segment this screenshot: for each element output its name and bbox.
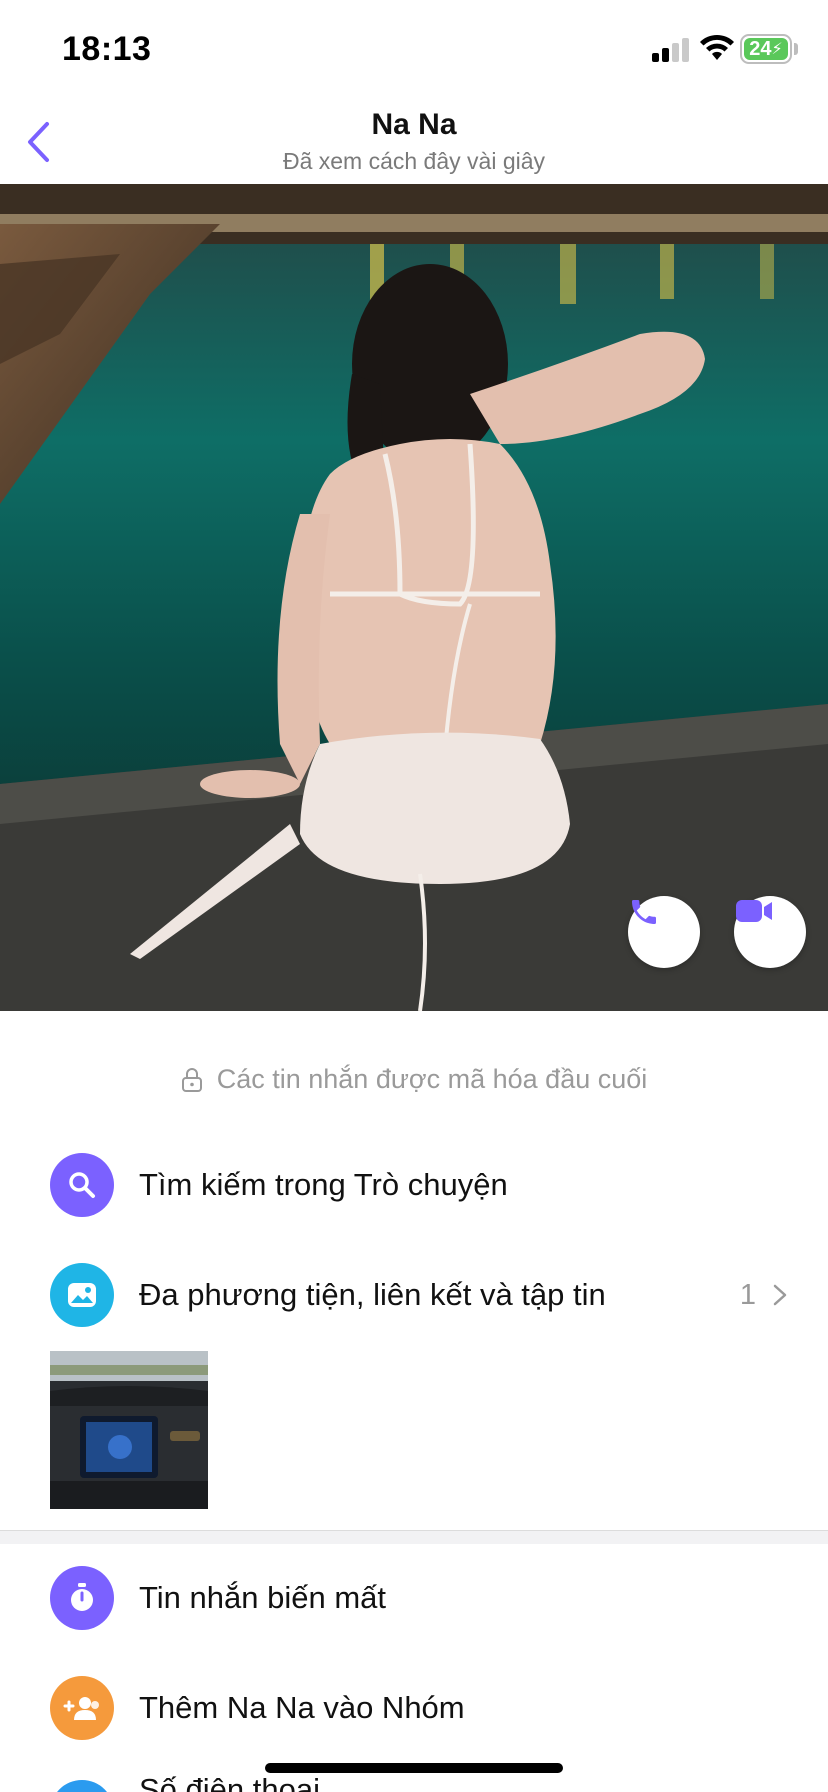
lock-icon bbox=[181, 1067, 202, 1092]
video-call-button[interactable] bbox=[734, 896, 806, 968]
last-seen-status: Đã xem cách đây vài giây bbox=[282, 148, 546, 174]
contact-name: Na Na bbox=[371, 108, 457, 141]
chevron-right-icon bbox=[773, 1284, 787, 1306]
battery-tip bbox=[794, 43, 798, 55]
phone-number-row[interactable]: Số điện thoại bbox=[0, 1770, 828, 1792]
disappearing-messages-row[interactable]: Tin nhắn biến mất bbox=[0, 1553, 828, 1643]
chat-info-header: Na Na Đã xem cách đây vài giây bbox=[0, 100, 828, 184]
disappearing-messages-label: Tin nhắn biến mất bbox=[139, 1580, 387, 1615]
search-in-chat-row[interactable]: Tìm kiếm trong Trò chuyện bbox=[0, 1140, 828, 1230]
media-thumbnail[interactable] bbox=[50, 1351, 208, 1509]
status-bar: 18:13 24 ⚡ bbox=[0, 0, 828, 100]
phone-number-label: Số điện thoại bbox=[139, 1772, 320, 1792]
search-in-chat-label: Tìm kiếm trong Trò chuyện bbox=[139, 1167, 508, 1202]
profile-cover-photo[interactable] bbox=[0, 184, 828, 1011]
media-count: 1 bbox=[739, 1278, 756, 1311]
phone-icon bbox=[632, 900, 656, 924]
video-camera-icon bbox=[736, 900, 772, 922]
car-dashboard-thumbnail bbox=[50, 1351, 208, 1509]
section-divider bbox=[0, 1530, 828, 1544]
cellular-signal-icon bbox=[652, 38, 692, 62]
wifi-icon bbox=[700, 34, 734, 60]
media-links-files-row[interactable]: Đa phương tiện, liên kết và tập tin 1 bbox=[0, 1250, 828, 1340]
media-links-files-label: Đa phương tiện, liên kết và tập tin bbox=[139, 1277, 606, 1312]
encryption-text: Các tin nhắn được mã hóa đầu cuối bbox=[216, 1064, 648, 1094]
gallery-icon bbox=[50, 1263, 114, 1327]
add-group-icon bbox=[50, 1676, 114, 1740]
battery-charging-icon: 24 ⚡ bbox=[740, 34, 792, 64]
add-to-group-label: Thêm Na Na vào Nhóm bbox=[139, 1690, 465, 1725]
add-to-group-row[interactable]: Thêm Na Na vào Nhóm bbox=[0, 1663, 828, 1753]
home-indicator[interactable] bbox=[265, 1763, 563, 1773]
encryption-note: Các tin nhắn được mã hóa đầu cuối bbox=[0, 1064, 828, 1095]
voice-call-button[interactable] bbox=[628, 896, 700, 968]
timer-icon bbox=[50, 1566, 114, 1630]
status-time: 18:13 bbox=[62, 30, 152, 68]
cover-photo-illustration bbox=[0, 184, 828, 1011]
search-icon bbox=[50, 1153, 114, 1217]
battery-level: 24 bbox=[749, 37, 772, 60]
phone-number-icon bbox=[50, 1780, 114, 1792]
